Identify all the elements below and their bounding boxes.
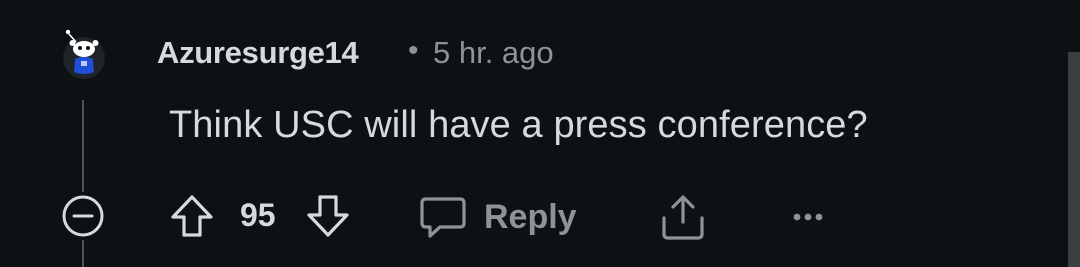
reply-label: Reply xyxy=(484,197,577,236)
snoo-avatar-icon[interactable] xyxy=(60,28,108,80)
upvote-arrow-icon[interactable] xyxy=(168,192,216,240)
reply-button[interactable]: Reply xyxy=(418,190,577,244)
thread-line[interactable] xyxy=(82,100,84,192)
downvote-arrow-icon[interactable] xyxy=(304,192,352,240)
vote-score: 95 xyxy=(240,197,276,233)
more-dots-icon[interactable] xyxy=(788,200,828,234)
comment-body: Think USC will have a press conference? xyxy=(169,104,868,146)
comment-timestamp: 5 hr. ago xyxy=(433,35,554,70)
thread-line-continuation[interactable] xyxy=(82,240,84,267)
comment: Azuresurge14 • 5 hr. ago Think USC will … xyxy=(0,0,1080,267)
collapse-minus-icon[interactable] xyxy=(60,193,106,239)
speech-bubble-icon xyxy=(420,197,466,238)
comment-author[interactable]: Azuresurge14 xyxy=(157,35,359,71)
scrollbar[interactable] xyxy=(1068,52,1080,267)
meta-separator: • xyxy=(408,34,419,67)
share-upload-icon[interactable] xyxy=(658,192,708,242)
